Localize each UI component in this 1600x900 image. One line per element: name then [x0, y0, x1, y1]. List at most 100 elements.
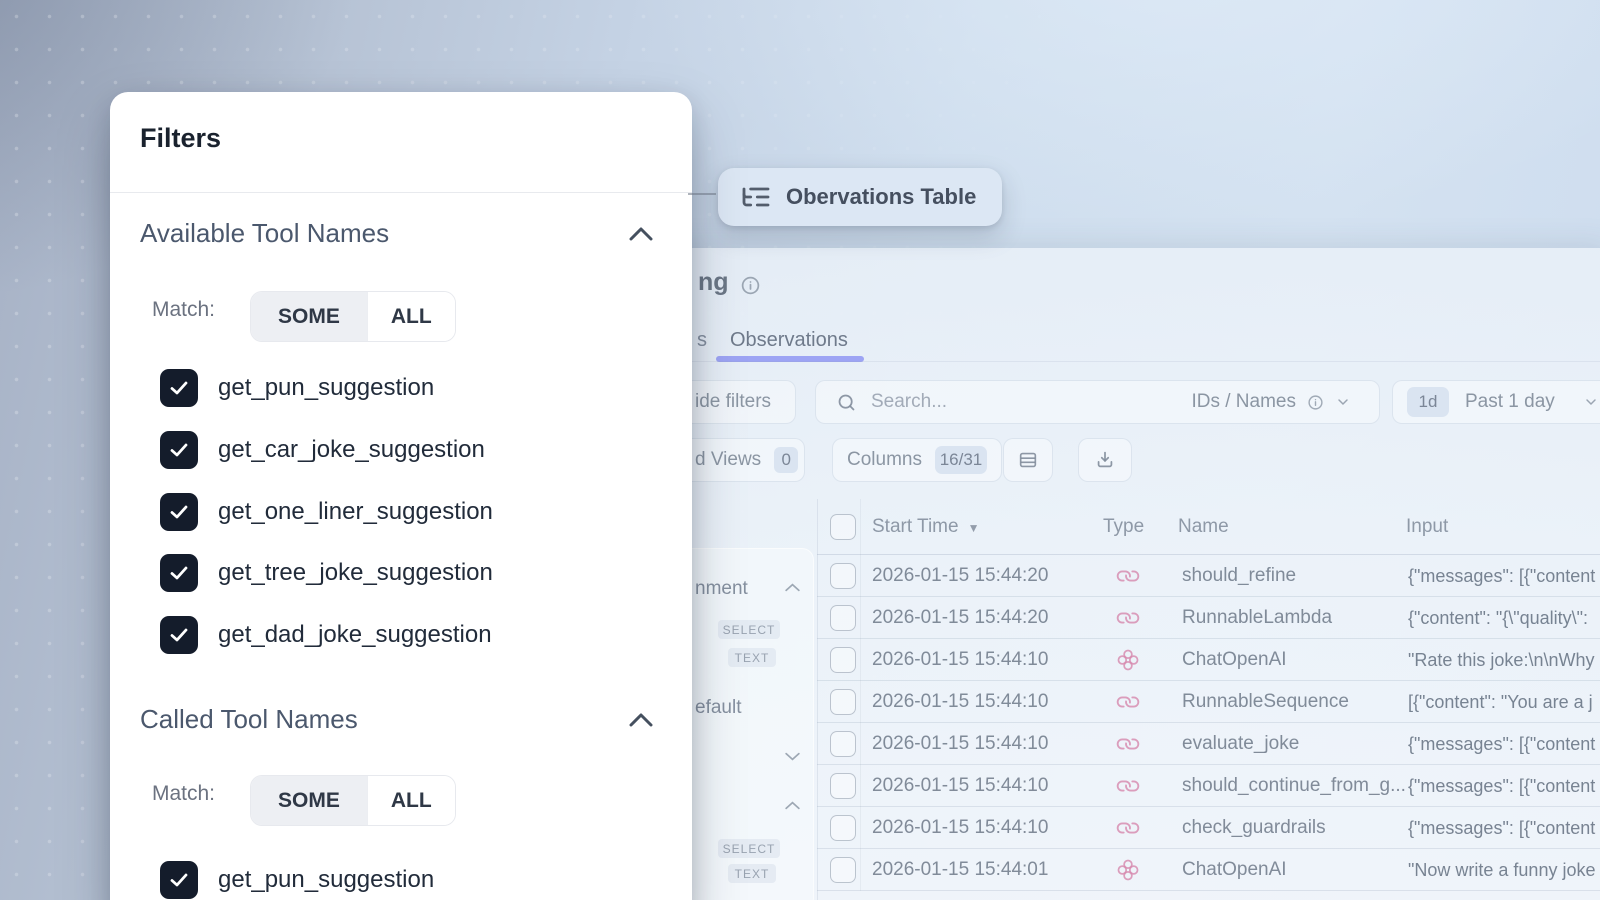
- list-item[interactable]: get_pun_suggestion: [160, 368, 434, 408]
- list-item[interactable]: get_car_joke_suggestion: [160, 430, 485, 470]
- match-option-all[interactable]: ALL: [367, 776, 455, 825]
- table-row[interactable]: 2026-01-15 15:44:10 evaluate_joke {"mess…: [817, 723, 1600, 765]
- column-type-badge: TEXT: [728, 648, 776, 667]
- columns-button[interactable]: Columns 16/31: [832, 438, 1002, 482]
- rows-icon: [1017, 449, 1039, 471]
- chevron-down-icon[interactable]: [784, 751, 801, 762]
- cell-name: RunnableSequence: [1182, 681, 1349, 723]
- select-all-checkbox[interactable]: [830, 514, 856, 540]
- row-checkbox[interactable]: [830, 689, 856, 715]
- time-range-label: Past 1 day: [1465, 391, 1555, 413]
- match-option-some[interactable]: SOME: [251, 776, 367, 825]
- row-checkbox[interactable]: [830, 731, 856, 757]
- table-row[interactable]: 2026-01-15 15:44:10 ChatOpenAI "Rate thi…: [817, 639, 1600, 681]
- row-height-button[interactable]: [1003, 438, 1053, 482]
- tool-name-label: get_dad_joke_suggestion: [218, 621, 492, 649]
- table-row[interactable]: 2026-01-15 15:44:20 should_refine {"mess…: [817, 555, 1600, 597]
- cell-input: {"messages": [{"content: [1408, 723, 1595, 765]
- tab-traces-fragment[interactable]: s: [697, 329, 707, 352]
- column-header-type[interactable]: Type: [1103, 499, 1144, 555]
- column-header-name[interactable]: Name: [1178, 499, 1229, 555]
- saved-views-count-badge: 0: [774, 447, 798, 473]
- list-item[interactable]: get_dad_joke_suggestion: [160, 615, 492, 655]
- match-option-some[interactable]: SOME: [251, 292, 367, 341]
- column-header-input[interactable]: Input: [1406, 499, 1448, 555]
- cell-name: evaluate_joke: [1182, 723, 1299, 765]
- checkbox-checked[interactable]: [160, 431, 198, 469]
- tab-observations[interactable]: Observations: [730, 329, 848, 352]
- observation-type-icon: [1117, 607, 1139, 629]
- list-item[interactable]: get_one_liner_suggestion: [160, 492, 493, 532]
- checkbox-checked[interactable]: [160, 616, 198, 654]
- chevron-up-icon[interactable]: [784, 800, 801, 811]
- row-checkbox[interactable]: [830, 647, 856, 673]
- chevron-up-icon[interactable]: [628, 712, 654, 728]
- table-header-row: Start Time Type Name Input: [817, 499, 1600, 555]
- checkbox-checked[interactable]: [160, 369, 198, 407]
- match-toggle: SOME ALL: [250, 291, 456, 342]
- chevron-up-icon[interactable]: [628, 226, 654, 242]
- cell-start-time: 2026-01-15 15:44:10: [872, 723, 1048, 765]
- cell-input: {"messages": [{"content: [1408, 555, 1595, 597]
- table-row[interactable]: 2026-01-15 15:44:10 check_guardrails {"m…: [817, 807, 1600, 849]
- match-option-all[interactable]: ALL: [367, 292, 455, 341]
- section-header-called-tool-names[interactable]: Called Tool Names: [140, 704, 358, 735]
- cell-start-time: 2026-01-15 15:44:10: [872, 681, 1048, 723]
- row-checkbox[interactable]: [830, 605, 856, 631]
- cell-input: {"content": "{\"quality\":: [1408, 597, 1588, 639]
- screenshot-stage: ng s Observations ide filters Search... …: [0, 0, 1600, 900]
- pill-label: Obervations Table: [786, 184, 976, 210]
- tabbar-divider: [640, 361, 1600, 362]
- checkbox-checked[interactable]: [160, 861, 198, 899]
- observation-type-icon: [1117, 775, 1139, 797]
- cell-start-time: 2026-01-15 15:44:01: [872, 849, 1048, 891]
- table-row[interactable]: 2026-01-15 15:44:10 should_continue_from…: [817, 765, 1600, 807]
- time-range-dropdown[interactable]: 1d Past 1 day: [1392, 380, 1600, 424]
- table-row[interactable]: 2026-01-15 15:44:20 RunnableLambda {"con…: [817, 597, 1600, 639]
- row-checkbox[interactable]: [830, 815, 856, 841]
- chevron-down-icon: [1335, 394, 1351, 410]
- filter-value-fragment: efault: [695, 697, 741, 719]
- cell-name: should_continue_from_g...: [1182, 765, 1406, 807]
- observations-table-pill[interactable]: Obervations Table: [718, 168, 1002, 226]
- table-row[interactable]: 2026-01-15 15:44:01 ChatOpenAI "Now writ…: [817, 849, 1600, 891]
- table-row[interactable]: 2026-01-15 15:44:10 RunnableSequence [{"…: [817, 681, 1600, 723]
- export-button[interactable]: [1078, 438, 1132, 482]
- chevron-up-icon[interactable]: [784, 582, 801, 593]
- row-checkbox[interactable]: [830, 857, 856, 883]
- list-item[interactable]: get_tree_joke_suggestion: [160, 553, 493, 593]
- row-checkbox[interactable]: [830, 773, 856, 799]
- time-range-badge: 1d: [1407, 387, 1449, 417]
- observation-type-icon: [1117, 649, 1139, 671]
- search-input[interactable]: Search... IDs / Names: [815, 380, 1380, 424]
- filter-row-fragment: nment: [695, 578, 748, 600]
- checkbox-checked[interactable]: [160, 554, 198, 592]
- observation-type-icon: [1117, 565, 1139, 587]
- list-item[interactable]: get_pun_suggestion: [160, 860, 434, 900]
- list-tree-icon: [740, 181, 772, 213]
- info-icon: [740, 275, 761, 296]
- info-icon: [1307, 394, 1324, 411]
- page-title-fragment: ng: [698, 268, 729, 297]
- tool-name-label: get_pun_suggestion: [218, 374, 434, 402]
- cell-name: ChatOpenAI: [1182, 639, 1287, 681]
- observation-type-icon: [1117, 691, 1139, 713]
- tool-name-label: get_tree_joke_suggestion: [218, 559, 493, 587]
- cell-start-time: 2026-01-15 15:44:10: [872, 807, 1048, 849]
- tool-name-label: get_one_liner_suggestion: [218, 498, 493, 526]
- divider: [110, 192, 692, 193]
- section-header-available-tool-names[interactable]: Available Tool Names: [140, 218, 389, 249]
- cell-name: should_refine: [1182, 555, 1296, 597]
- tool-name-label: get_car_joke_suggestion: [218, 436, 485, 464]
- column-type-badge: SELECT: [718, 620, 780, 639]
- cell-name: check_guardrails: [1182, 807, 1326, 849]
- search-scope-dropdown[interactable]: IDs / Names: [1191, 391, 1351, 413]
- saved-views-label: d Views: [695, 449, 761, 471]
- filters-dialog: Filters Available Tool Names Match: SOME…: [110, 92, 692, 900]
- column-header-start-time[interactable]: Start Time: [872, 499, 979, 556]
- checkbox-checked[interactable]: [160, 493, 198, 531]
- column-type-badge: SELECT: [718, 839, 780, 858]
- row-checkbox[interactable]: [830, 563, 856, 589]
- search-placeholder: Search...: [871, 391, 947, 413]
- search-scope-label: IDs / Names: [1191, 391, 1296, 413]
